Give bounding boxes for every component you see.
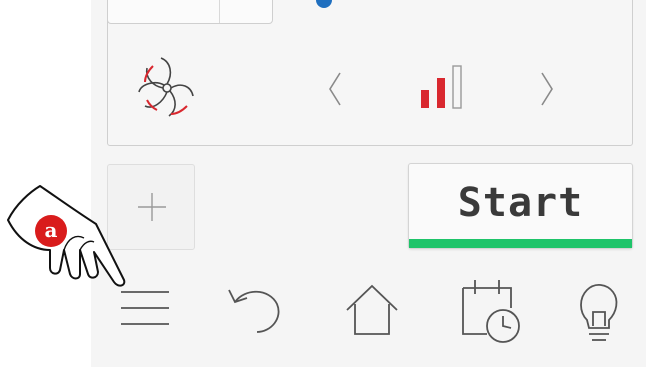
- start-button[interactable]: Start: [408, 163, 633, 249]
- chevron-right-icon[interactable]: [539, 71, 555, 107]
- speed-level-bar-3: [452, 65, 462, 109]
- calendar-clock-icon[interactable]: [459, 278, 525, 344]
- undo-icon[interactable]: [223, 280, 287, 336]
- segmented-control[interactable]: [107, 0, 273, 24]
- app-screen: Start: [91, 0, 646, 367]
- fan-speed-level-indicator: [421, 65, 462, 109]
- start-button-label: Start: [457, 180, 584, 226]
- fan-icon: [138, 57, 194, 117]
- annotation-badge: a: [35, 215, 67, 247]
- pointing-hand-icon: [7, 185, 126, 287]
- home-icon[interactable]: [343, 280, 401, 338]
- speed-level-bar-1: [421, 90, 429, 108]
- speed-level-bar-2: [437, 78, 445, 108]
- segment-divider: [219, 0, 220, 23]
- chevron-left-icon[interactable]: [327, 71, 343, 107]
- start-button-accent-bar: [409, 239, 632, 248]
- lightbulb-icon[interactable]: [577, 282, 621, 344]
